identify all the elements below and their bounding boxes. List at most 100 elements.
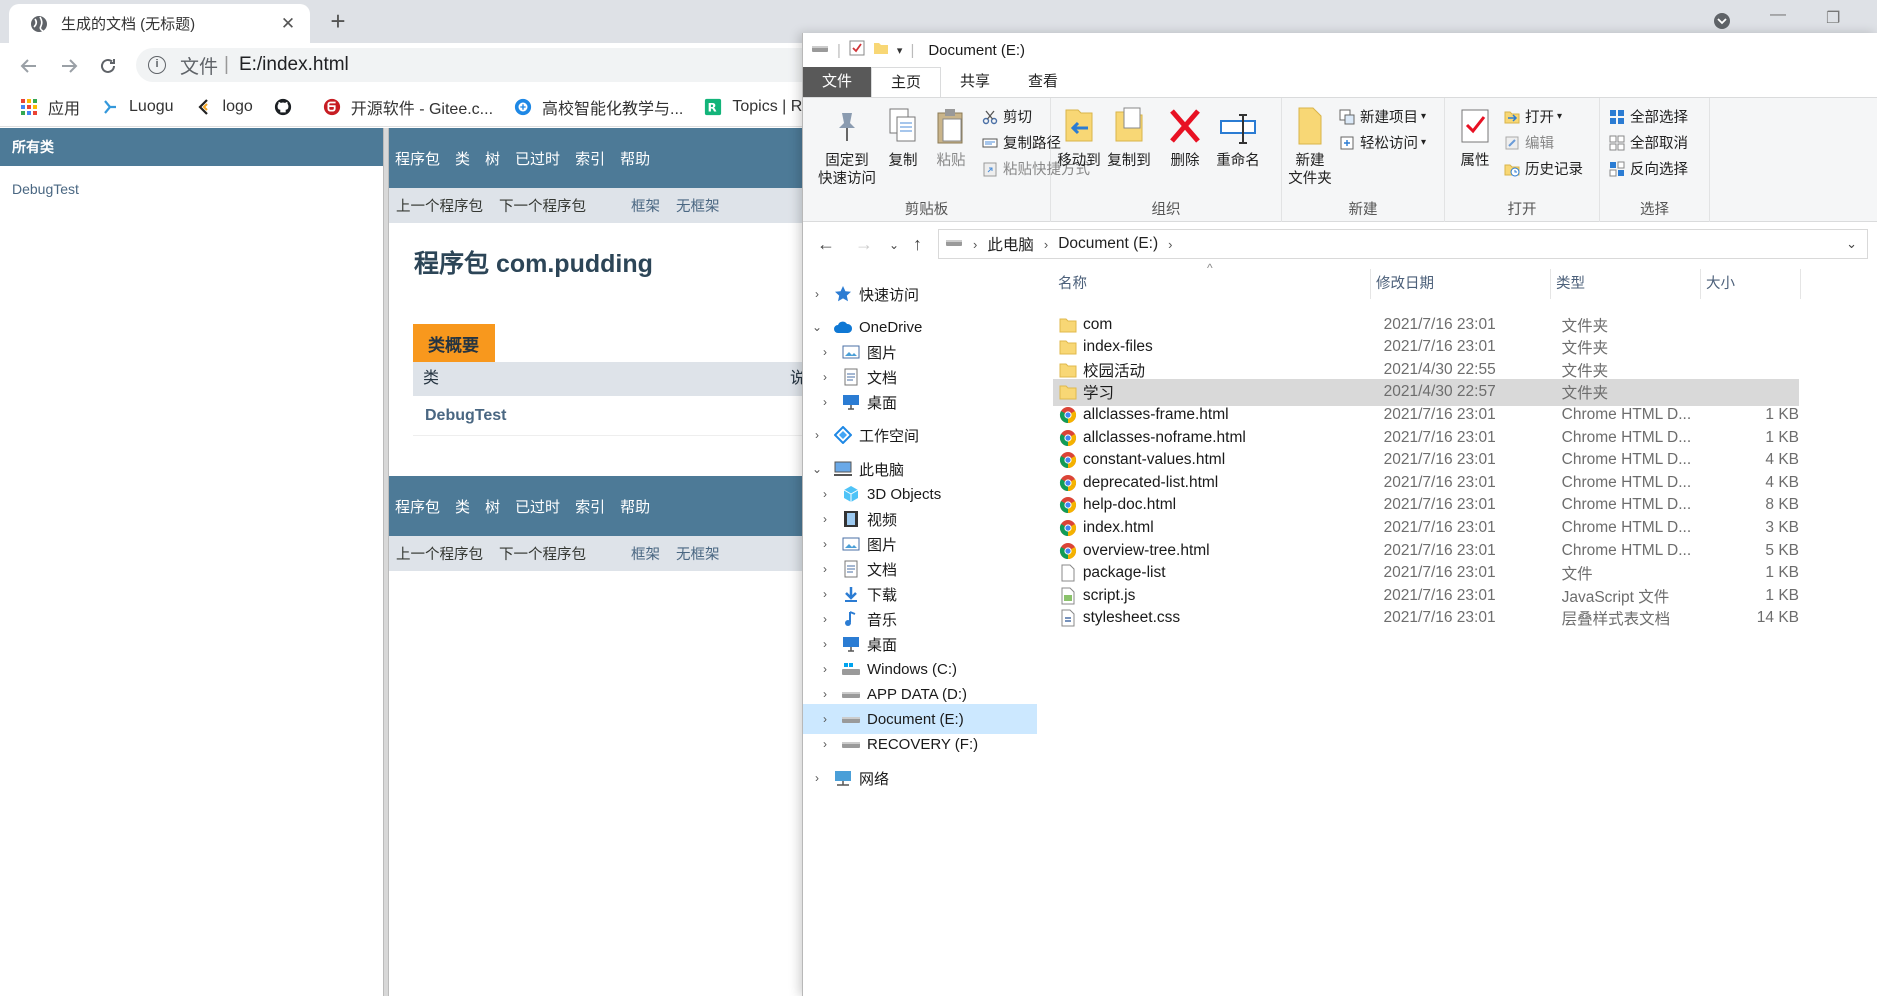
explorer-back-icon[interactable]: ← [817, 234, 835, 255]
chevron-right-icon[interactable]: › [817, 395, 833, 409]
column-header-name[interactable]: 名称 [1053, 269, 1371, 299]
no-frames-link[interactable]: 无框架 [676, 195, 720, 216]
nav-link-index[interactable]: 索引 [575, 496, 605, 517]
new-item-button[interactable]: 新建项目 ▾ [1338, 106, 1426, 127]
select-none-button[interactable]: 全部取消 [1608, 132, 1688, 153]
nav-item[interactable]: › 工作空间 [803, 420, 1037, 450]
chevron-right-icon[interactable]: › [809, 287, 825, 301]
chevron-right-icon[interactable]: › [817, 587, 833, 601]
chevron-right-icon[interactable]: › [817, 687, 833, 701]
nav-item[interactable]: › RECOVERY (F:) [803, 729, 1037, 759]
column-header-date[interactable]: 修改日期 [1371, 269, 1551, 299]
edit-button[interactable]: 编辑 [1503, 132, 1554, 153]
nav-link-tree[interactable]: 树 [485, 496, 500, 517]
tab-view[interactable]: 查看 [1009, 67, 1077, 97]
chevron-right-icon[interactable]: › [817, 712, 833, 726]
breadcrumb-item[interactable]: Document (E:) [1058, 235, 1158, 253]
frames-link[interactable]: 框架 [631, 195, 660, 216]
explorer-address-box[interactable]: › 此电脑 › Document (E:) › ⌄ [938, 229, 1868, 259]
tab-close-icon[interactable]: ✕ [278, 14, 298, 34]
properties-button[interactable]: 属性 [1453, 104, 1497, 170]
profile-icon[interactable] [1713, 12, 1731, 35]
reload-icon[interactable] [95, 53, 121, 79]
tab-file[interactable]: 文件 [803, 67, 872, 97]
copy-button[interactable]: 复制 [881, 104, 925, 170]
chevron-right-icon[interactable]: › [809, 428, 825, 442]
open-button[interactable]: 打开 ▾ [1503, 106, 1562, 127]
class-link[interactable]: DebugTest [0, 166, 383, 197]
properties-check-icon[interactable] [849, 40, 865, 60]
nav-link-deprecated[interactable]: 已过时 [515, 496, 560, 517]
rename-button[interactable]: 重命名 [1213, 104, 1263, 170]
copy-path-button[interactable]: 复制路径 [981, 132, 1061, 153]
cut-button[interactable]: 剪切 [981, 106, 1032, 127]
nav-link-index[interactable]: 索引 [575, 148, 605, 169]
invert-selection-button[interactable]: 反向选择 [1608, 158, 1688, 179]
move-to-button[interactable]: 移动到 [1055, 104, 1103, 170]
nav-link-package[interactable]: 程序包 [395, 148, 440, 169]
breadcrumb-item[interactable]: 此电脑 [987, 233, 1034, 255]
tab-share[interactable]: 共享 [941, 67, 1009, 97]
frames-link[interactable]: 框架 [631, 543, 660, 564]
bookmark-luogu[interactable]: Luogu [101, 98, 174, 116]
new-tab-button[interactable]: + [324, 8, 352, 34]
recent-locations-icon[interactable]: ⌄ [889, 238, 899, 252]
history-button[interactable]: 历史记录 [1503, 158, 1583, 179]
address-dropdown-icon[interactable]: ⌄ [1846, 236, 1857, 252]
chevron-right-icon[interactable]: › [817, 737, 833, 751]
up-icon[interactable]: ↑ [913, 234, 922, 255]
bookmark-github[interactable] [274, 98, 302, 116]
nav-link-deprecated[interactable]: 已过时 [515, 148, 560, 169]
chevron-right-icon[interactable]: › [817, 612, 833, 626]
copy-to-button[interactable]: 复制到 [1105, 104, 1153, 170]
chevron-right-icon[interactable]: › [817, 487, 833, 501]
nav-link-package[interactable]: 程序包 [395, 496, 440, 517]
chevron-right-icon[interactable]: › [817, 370, 833, 384]
nav-item[interactable]: › 快速访问 [803, 279, 1037, 309]
bookmark-logo[interactable]: logo [195, 98, 253, 116]
chevron-down-icon[interactable]: ⌄ [809, 462, 825, 476]
breadcrumb-chevron-icon[interactable]: › [973, 237, 977, 252]
bookmark-gitee[interactable]: 开源软件 - Gitee.c... [323, 95, 493, 119]
minimize-icon[interactable]: — [1770, 6, 1786, 24]
browser-tab[interactable]: 生成的文档 (无标题) ✕ [9, 4, 310, 43]
chevron-right-icon[interactable]: › [817, 637, 833, 651]
file-row[interactable]: stylesheet.css 2021/7/16 23:01 层叠样式表文档 14 K… [1053, 605, 1799, 632]
nav-item[interactable]: › 网络 [803, 763, 1037, 793]
nav-link-class[interactable]: 类 [455, 496, 470, 517]
delete-button[interactable]: 删除 [1163, 104, 1207, 170]
back-icon[interactable] [16, 53, 42, 79]
url-text[interactable]: E:/index.html [239, 54, 349, 76]
paste-button[interactable]: 粘贴 [929, 104, 973, 170]
chevron-right-icon[interactable]: › [817, 662, 833, 676]
select-all-button[interactable]: 全部选择 [1608, 106, 1688, 127]
nav-link-class[interactable]: 类 [455, 148, 470, 169]
chevron-right-icon[interactable]: › [817, 562, 833, 576]
chevron-right-icon[interactable]: › [809, 771, 825, 785]
nav-link-help[interactable]: 帮助 [620, 496, 650, 517]
info-icon[interactable]: i [148, 56, 166, 74]
bookmark-apps[interactable]: 应用 [20, 95, 80, 119]
breadcrumb-chevron-icon[interactable]: › [1168, 237, 1172, 252]
no-frames-link[interactable]: 无框架 [676, 543, 720, 564]
restore-icon[interactable]: ❐ [1826, 8, 1840, 28]
new-folder-button[interactable]: 新建 文件夹 [1286, 104, 1334, 188]
bookmark-education[interactable]: 高校智能化教学与... [514, 95, 683, 119]
chevron-right-icon[interactable]: › [817, 537, 833, 551]
chevron-right-icon[interactable]: › [817, 512, 833, 526]
class-link[interactable]: DebugTest [425, 407, 506, 424]
chevron-right-icon[interactable]: › [817, 345, 833, 359]
tab-home[interactable]: 主页 [871, 67, 942, 97]
forward-icon[interactable] [56, 53, 82, 79]
nav-link-help[interactable]: 帮助 [620, 148, 650, 169]
pin-quick-access-button[interactable]: 固定到 快速访问 [809, 104, 885, 188]
folder-icon[interactable] [873, 40, 889, 60]
chevron-down-icon[interactable]: ⌄ [809, 320, 825, 334]
column-header-type[interactable]: 类型 [1551, 269, 1701, 299]
column-header-size[interactable]: 大小 [1701, 269, 1801, 299]
customize-qat-icon[interactable]: ▾ [897, 44, 903, 57]
easy-access-button[interactable]: 轻松访问 ▾ [1338, 132, 1426, 153]
nav-link-tree[interactable]: 树 [485, 148, 500, 169]
nav-item[interactable]: › 桌面 [803, 387, 1037, 417]
explorer-forward-icon[interactable]: → [855, 234, 873, 255]
